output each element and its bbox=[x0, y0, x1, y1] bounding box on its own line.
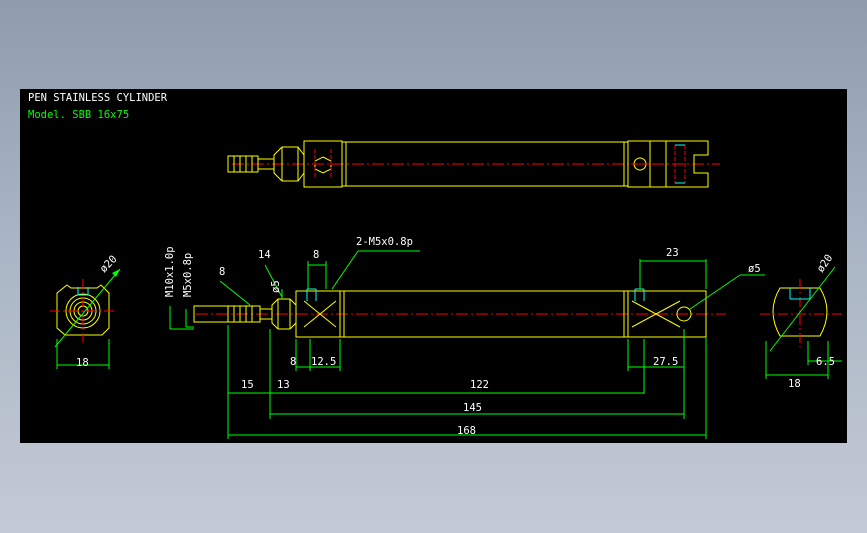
end-right-width-label: 18 bbox=[788, 378, 801, 390]
bot-8-label: 8 bbox=[290, 356, 296, 368]
len-13-label: 13 bbox=[277, 379, 290, 391]
bot-27-5-label: 27.5 bbox=[653, 356, 678, 368]
main-view bbox=[193, 288, 726, 338]
bot-12-5-label: 12.5 bbox=[311, 356, 336, 368]
model-label: Model. SBB 16x75 bbox=[28, 109, 129, 121]
thread-m10-label: M10x1.0p bbox=[164, 246, 176, 297]
port-8-top-label: 8 bbox=[313, 249, 319, 261]
drawing-title: PEN STAINLESS CYLINDER bbox=[28, 92, 168, 104]
cad-viewport[interactable]: PEN STAINLESS CYLINDER Model. SBB 16x75 bbox=[20, 89, 847, 443]
len-15-label: 15 bbox=[241, 379, 254, 391]
len-168-label: 168 bbox=[457, 425, 476, 437]
dia-5-pin-label: ø5 bbox=[748, 263, 761, 275]
rod-len-8-label: 8 bbox=[219, 266, 225, 278]
end-left-width-label: 18 bbox=[76, 357, 89, 369]
hex-14-label: 14 bbox=[258, 249, 271, 261]
end-right-6-5-label: 6.5 bbox=[816, 356, 835, 368]
dia-5-rod-label: ø5 bbox=[270, 280, 282, 293]
top-view bbox=[227, 140, 720, 188]
left-end-view bbox=[50, 268, 121, 369]
rear-23-label: 23 bbox=[666, 247, 679, 259]
thread-m5-label: M5x0.8p bbox=[182, 253, 194, 297]
cad-drawing: PEN STAINLESS CYLINDER Model. SBB 16x75 bbox=[28, 92, 842, 439]
len-145-label: 145 bbox=[463, 402, 482, 414]
port-thread-label: 2-M5x0.8p bbox=[356, 236, 413, 248]
len-122-label: 122 bbox=[470, 379, 489, 391]
